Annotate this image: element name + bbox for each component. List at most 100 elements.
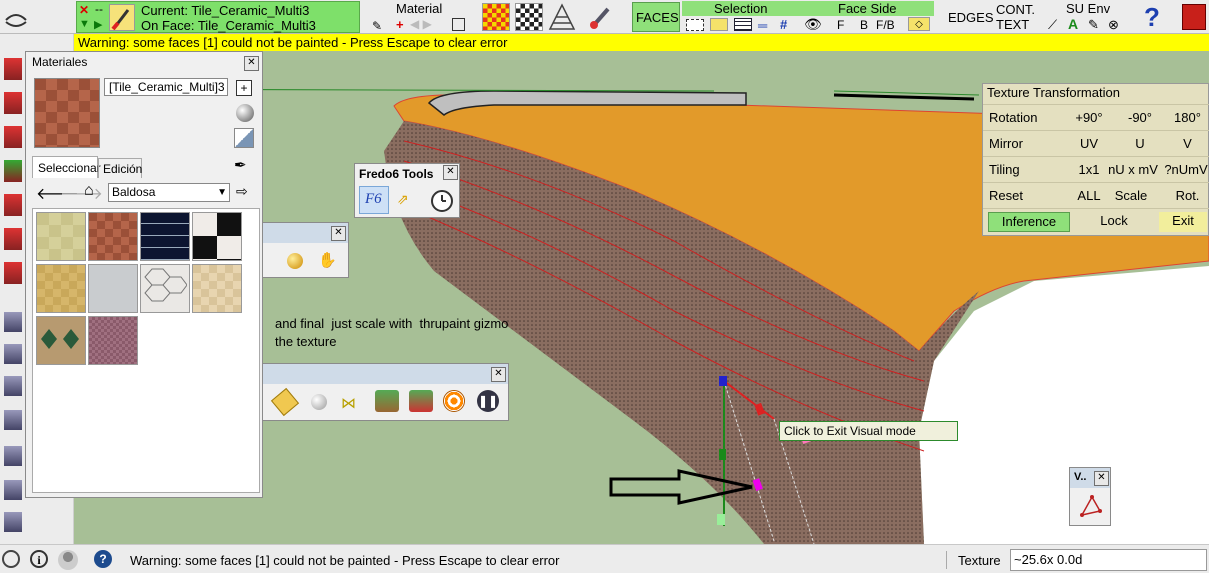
grid-icon[interactable] (515, 3, 543, 31)
info-icon[interactable]: i (30, 550, 48, 568)
left-tool-icon-1[interactable] (4, 58, 22, 80)
left-tool-icon-3[interactable] (4, 126, 22, 148)
mini-panel-close-icon[interactable]: ✕ (1094, 471, 1109, 486)
mirror-u-button[interactable]: U (1115, 136, 1165, 151)
swatch-terracotta-tile[interactable] (88, 212, 138, 261)
paint-bucket-icon[interactable] (109, 4, 135, 31)
play-icon[interactable]: ▶ (94, 18, 102, 31)
cursor-bars-icon[interactable]: ⇗ (397, 191, 419, 211)
swatch-dark-blue-tile[interactable] (140, 212, 190, 261)
eyedropper-icon[interactable]: ✒ (234, 156, 252, 174)
edges-button[interactable]: EDGES (948, 10, 994, 25)
clock-icon[interactable] (431, 190, 453, 212)
left-tool-icon-8[interactable] (4, 312, 22, 332)
left-tool-icon-4[interactable] (4, 160, 22, 182)
face-side-f[interactable]: F (837, 18, 844, 32)
polygon-icon[interactable] (1078, 493, 1104, 519)
left-tool-icon-14[interactable] (4, 512, 22, 532)
swatch-hexagon-tile[interactable] (140, 264, 190, 313)
swatch-diamond-tile[interactable] (36, 316, 86, 365)
left-tool-icon-13[interactable] (4, 480, 22, 500)
swatch-cream-stone[interactable] (192, 264, 242, 313)
user-icon[interactable] (58, 550, 78, 570)
home-icon[interactable]: ⌂ (84, 182, 94, 200)
select-area-icon[interactable] (710, 18, 728, 31)
tape-icon[interactable]: ✎ (1088, 17, 1099, 33)
select-lines-icon[interactable]: ═ (758, 18, 767, 33)
mirror-v-button[interactable]: V (1165, 136, 1209, 151)
select-face-icon[interactable] (686, 19, 704, 31)
materials-close-icon[interactable]: ✕ (244, 56, 259, 71)
create-material-icon[interactable]: + (236, 80, 252, 96)
pause-icon[interactable]: ❚❚ (477, 390, 499, 412)
left-tool-icon-9[interactable] (4, 344, 22, 364)
arrows-icon[interactable]: ◀ ▶ (410, 17, 432, 31)
text-button[interactable]: TEXT (996, 17, 1029, 32)
faces-toggle[interactable]: FACES (632, 2, 680, 32)
weave-icon[interactable]: ⋈ (341, 394, 363, 412)
left-tool-icon-10[interactable] (4, 376, 22, 396)
left-tool-icon-11[interactable] (4, 410, 22, 430)
f6-button[interactable]: F6 (359, 186, 389, 214)
swatch-beige-tile[interactable] (36, 212, 86, 261)
inference-button[interactable]: Inference (988, 212, 1070, 232)
target-icon[interactable] (443, 390, 465, 412)
forward-arrow-icon[interactable]: 🡒 (60, 183, 103, 204)
reset-scale-button[interactable]: Scale (1105, 188, 1157, 203)
left-tool-icon-2[interactable] (4, 92, 22, 114)
fredo6-close-icon[interactable]: ✕ (443, 165, 458, 180)
plus-icon[interactable]: + (396, 17, 404, 32)
help-button[interactable]: ? (1144, 2, 1160, 33)
sample-paint-icon[interactable] (234, 128, 254, 148)
swatch-stone-tile[interactable] (36, 264, 86, 313)
select-hash-icon[interactable]: # (780, 17, 787, 32)
material-name-field[interactable]: [Tile_Ceramic_Multi]3 (104, 78, 228, 96)
reset-rot-button[interactable]: Rot. (1165, 188, 1209, 203)
swatch-checker-tile[interactable] (192, 212, 242, 261)
help-icon[interactable]: ? (94, 550, 112, 568)
checker-red-icon[interactable] (482, 3, 510, 31)
text-a-icon[interactable]: A (1068, 16, 1078, 32)
floating-toolbar-1-close-icon[interactable]: ✕ (331, 226, 346, 241)
tiling-query-button[interactable]: ?nUmV (1163, 162, 1209, 177)
exit-door-icon[interactable] (1182, 4, 1206, 30)
sphere-icon[interactable] (287, 253, 303, 269)
face-side-b[interactable]: B (860, 18, 868, 32)
left-tool-icon-6[interactable] (4, 228, 22, 250)
left-tool-icon-7[interactable] (4, 262, 22, 284)
square-icon[interactable] (452, 18, 465, 31)
tree-icon-2[interactable] (409, 390, 433, 412)
mirror-uv-button[interactable]: UV (1063, 136, 1115, 151)
eye-icon[interactable]: 👁 (804, 16, 822, 33)
pencil-icon[interactable]: ✎ (372, 19, 382, 33)
library-select[interactable]: Baldosa ▼ (108, 183, 230, 202)
close-x-icon[interactable]: ✕ (79, 3, 89, 17)
diamond-icon[interactable]: ◇ (908, 17, 930, 31)
default-material-icon[interactable] (236, 104, 254, 122)
left-tool-icon-5[interactable] (4, 194, 22, 216)
rotation-minus90-button[interactable]: -90° (1115, 110, 1165, 125)
rotation-180-button[interactable]: 180° (1165, 110, 1209, 125)
glasses-icon[interactable]: ⊗ (1108, 17, 1119, 33)
orbit-icon[interactable] (4, 8, 28, 28)
rotation-plus90-button[interactable]: +90° (1063, 110, 1115, 125)
swatch-grey-marble[interactable] (88, 264, 138, 313)
left-tool-icon-12[interactable] (4, 446, 22, 466)
brush-icon[interactable] (588, 3, 616, 31)
exit-button[interactable]: Exit (1159, 212, 1207, 232)
tab-seleccionar[interactable]: Seleccionar (32, 156, 101, 178)
ruler-icon[interactable]: ⟋ (1048, 17, 1057, 33)
select-table-icon[interactable] (734, 18, 752, 31)
tiling-nxm-button[interactable]: nU x mV (1101, 162, 1165, 177)
arrow-down-icon[interactable]: ▼ (79, 18, 90, 30)
tree-icon-1[interactable] (375, 390, 399, 412)
floating-toolbar-2-close-icon[interactable]: ✕ (491, 367, 506, 382)
details-arrow-icon[interactable]: ⇨ (236, 183, 248, 200)
geo-location-icon[interactable] (2, 550, 20, 568)
ball-icon[interactable] (311, 394, 327, 410)
cont-button[interactable]: CONT. (996, 2, 1035, 17)
exit-visual-mode-tooltip[interactable]: Click to Exit Visual mode (779, 421, 958, 441)
lock-button[interactable]: Lock (1073, 212, 1155, 232)
tag-icon[interactable] (270, 387, 300, 417)
wire-icon[interactable] (548, 3, 576, 31)
